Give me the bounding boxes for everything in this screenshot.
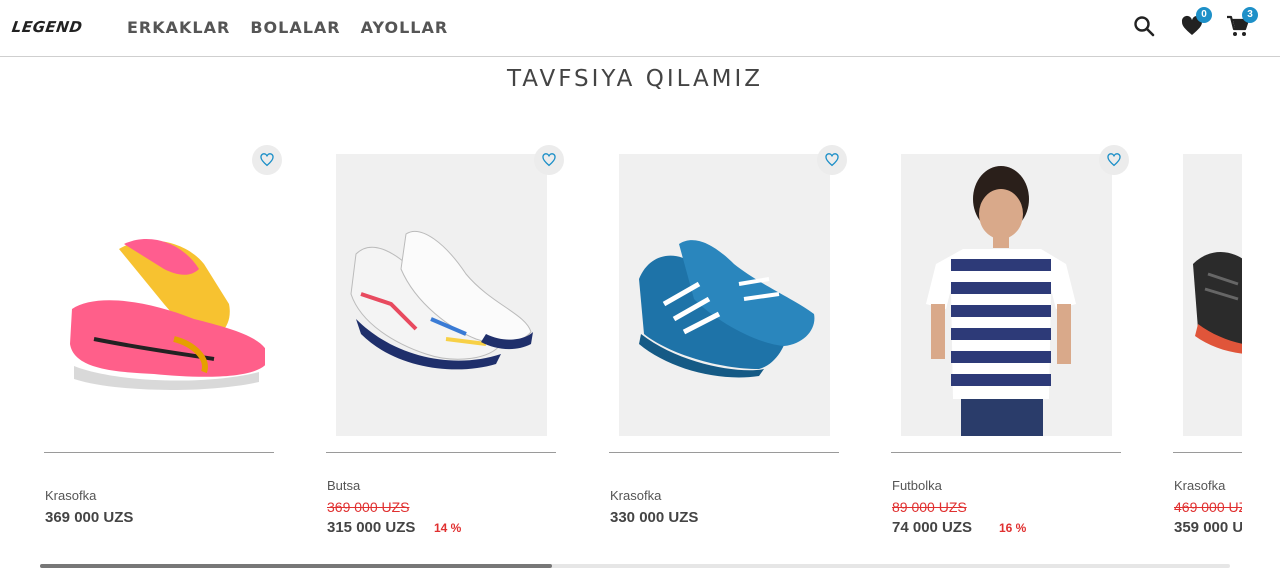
product-image[interactable]	[619, 154, 830, 436]
logo[interactable]: LEGEND	[11, 18, 84, 36]
heart-outline-icon	[542, 153, 556, 167]
black-sneaker-image	[1193, 252, 1242, 354]
product-card[interactable]: Butsa 369 000 UZS 315 000 UZS 14 %	[326, 145, 564, 555]
old-price: 369 000 UZS	[327, 499, 410, 515]
main-nav: ERKAKLAR BOLALAR AYOLLAR	[127, 18, 448, 37]
white-colorful-boots-image	[350, 230, 533, 370]
search-icon	[1134, 16, 1155, 37]
card-divider	[1173, 452, 1242, 453]
heart-outline-icon	[260, 153, 274, 167]
product-card[interactable]: Futbolka 89 000 UZS 74 000 UZS 16 %	[891, 145, 1129, 555]
old-price: 89 000 UZS	[892, 499, 967, 515]
product-price: 330 000 UZS	[610, 509, 699, 526]
add-to-favorites-button[interactable]	[1099, 145, 1129, 175]
add-to-favorites-button[interactable]	[252, 145, 282, 175]
card-divider	[44, 452, 274, 453]
search-button[interactable]	[1132, 14, 1160, 42]
product-card[interactable]: Krasofka 330 000 UZS	[609, 145, 847, 555]
nav-item-ayollar[interactable]: AYOLLAR	[361, 18, 449, 37]
product-category: Krasofka	[1174, 478, 1226, 493]
cart-button[interactable]: 3	[1226, 7, 1258, 42]
product-price: 359 000 UZS	[1174, 519, 1242, 536]
product-image[interactable]	[336, 154, 547, 436]
cart-count-badge: 3	[1242, 7, 1258, 23]
add-to-favorites-button[interactable]	[817, 145, 847, 175]
carousel-scroll-thumb[interactable]	[40, 564, 552, 568]
product-category: Krasofka	[610, 488, 662, 503]
old-price: 469 000 UZS	[1174, 499, 1242, 515]
product-category: Krasofka	[45, 488, 97, 503]
product-card[interactable]: Krasofka 469 000 UZS 359 000 UZS	[1173, 145, 1242, 555]
add-to-favorites-button[interactable]	[534, 145, 564, 175]
card-divider	[326, 452, 556, 453]
product-category: Futbolka	[892, 478, 942, 493]
product-image[interactable]	[901, 154, 1112, 436]
header: LEGEND ERKAKLAR BOLALAR AYOLLAR 0 3	[0, 0, 1280, 57]
section-title: TAVFSIYA QILAMIZ	[506, 66, 764, 92]
product-card[interactable]: Krasofka 369 000 UZS	[44, 145, 282, 555]
nav-item-bolalar[interactable]: BOLALAR	[250, 18, 340, 37]
favorites-button[interactable]: 0	[1180, 7, 1212, 42]
card-divider	[891, 452, 1121, 453]
nav-item-erkaklar[interactable]: ERKAKLAR	[127, 18, 230, 37]
favorites-count-badge: 0	[1196, 7, 1212, 23]
product-price: 315 000 UZS	[327, 519, 416, 536]
product-price: 74 000 UZS	[892, 519, 973, 536]
striped-tshirt-kid-image	[926, 166, 1076, 436]
product-price: 369 000 UZS	[45, 509, 134, 526]
product-image[interactable]	[1183, 154, 1242, 436]
product-category: Butsa	[327, 478, 361, 493]
heart-outline-icon	[825, 153, 839, 167]
card-divider	[609, 452, 839, 453]
heart-outline-icon	[1107, 153, 1121, 167]
discount-badge: 16 %	[999, 521, 1027, 535]
carousel-scrollbar[interactable]	[40, 564, 1230, 568]
blue-sneakers-image	[639, 240, 815, 378]
card-clip: Krasofka 469 000 UZS 359 000 UZS	[1173, 145, 1242, 555]
product-image[interactable]	[54, 154, 265, 436]
discount-badge: 14 %	[434, 521, 462, 535]
pink-football-boot-image	[70, 238, 265, 390]
